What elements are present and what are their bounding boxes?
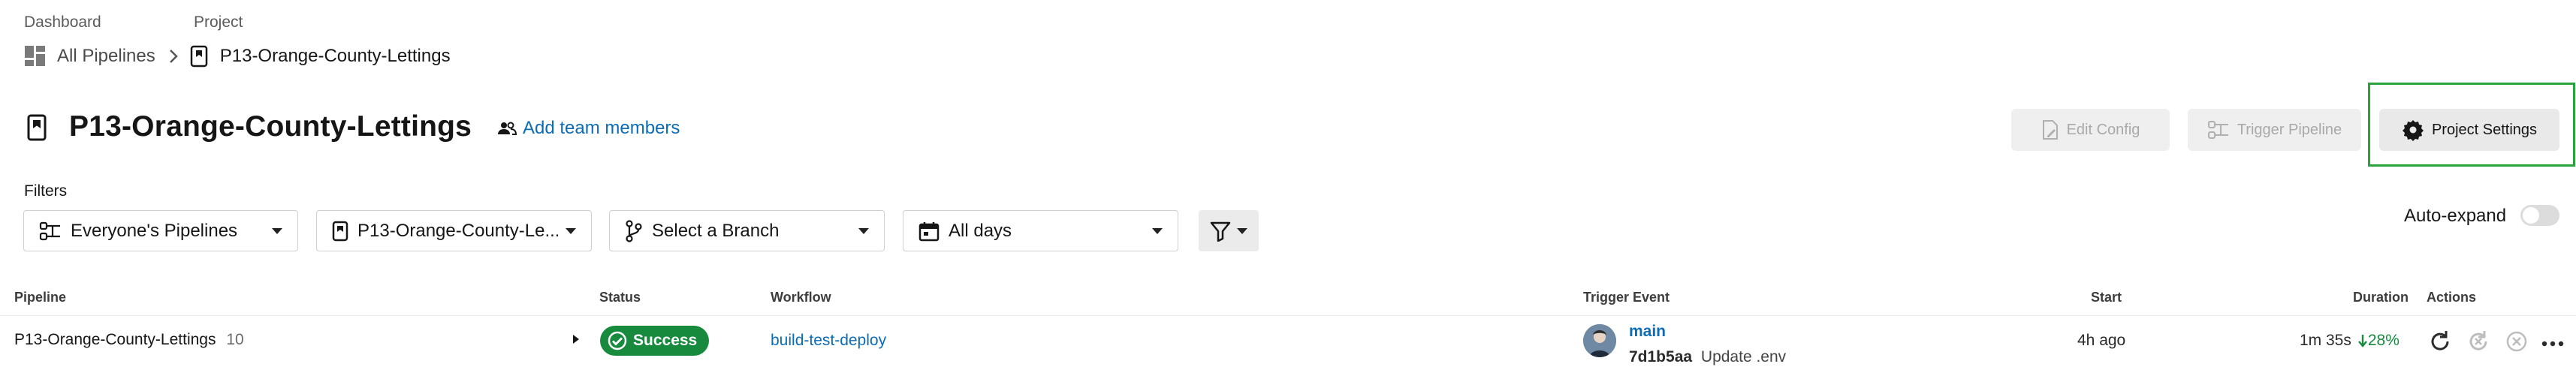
project-bookmark-icon: [190, 45, 208, 68]
column-header-duration: Duration: [2353, 290, 2409, 305]
project-bookmark-icon: [332, 221, 348, 242]
column-header-start: Start: [2091, 290, 2122, 305]
column-header-workflow: Workflow: [771, 290, 831, 305]
pipelines-filter-dropdown[interactable]: Everyone's Pipelines: [23, 210, 298, 251]
pipeline-icon: [39, 221, 62, 242]
funnel-icon: [1210, 221, 1231, 242]
auto-expand-label: Auto-expand: [2404, 206, 2507, 226]
column-header-actions: Actions: [2427, 290, 2477, 305]
filters-label: Filters: [24, 182, 68, 200]
trigger-pipeline-label: Trigger Pipeline: [2237, 121, 2342, 138]
branch-link[interactable]: main: [1629, 323, 1666, 341]
breadcrumb-project-name[interactable]: P13-Orange-County-Lettings: [220, 46, 451, 67]
pipeline-name: P13-Orange-County-Lettings: [14, 331, 216, 348]
chevron-down-icon: [1237, 227, 1247, 234]
table-row[interactable]: [0, 315, 2576, 382]
pipeline-number: 10: [226, 331, 244, 348]
arrow-down-icon: [2357, 334, 2368, 347]
duration-change: 28%: [2357, 332, 2400, 350]
highlight-box: [2368, 83, 2575, 167]
duration-cell: 1m 35s 28%: [2300, 332, 2400, 350]
start-time: 4h ago: [2077, 332, 2126, 349]
column-header-status: Status: [599, 290, 641, 305]
project-filter-value: P13-Orange-County-Le...: [357, 220, 558, 241]
git-branch-icon: [625, 219, 643, 242]
project-filter-dropdown[interactable]: P13-Orange-County-Le...: [316, 210, 592, 251]
chevron-down-icon: [858, 227, 869, 234]
date-filter-dropdown[interactable]: All days: [903, 210, 1178, 251]
duration-change-value: 28%: [2367, 332, 2400, 349]
chevron-down-icon: [1152, 227, 1163, 234]
file-edit-icon: [2041, 119, 2059, 140]
advanced-filter-button[interactable]: [1199, 210, 1259, 251]
breadcrumb-project-label: Project: [194, 14, 243, 31]
calendar-icon: [918, 221, 940, 242]
table-header-row: [0, 278, 2576, 314]
rerun-icon[interactable]: [2427, 329, 2453, 358]
pipelines-filter-value: Everyone's Pipelines: [71, 220, 238, 241]
trigger-pipeline-button[interactable]: Trigger Pipeline: [2188, 109, 2361, 151]
people-icon: [497, 121, 517, 136]
avatar: [1583, 324, 1616, 357]
pipeline-trigger-icon: [2207, 119, 2230, 140]
breadcrumb-dashboard-label: Dashboard: [24, 14, 101, 31]
project-title-icon: [27, 114, 47, 145]
column-header-pipeline: Pipeline: [14, 290, 67, 305]
commit-message: Update .env: [1700, 348, 1787, 365]
rerun-failed-icon[interactable]: [2466, 329, 2491, 358]
duration-value: 1m 35s: [2300, 332, 2351, 349]
status-label: Success: [633, 332, 698, 349]
column-header-trigger-event: Trigger Event: [1583, 290, 1670, 305]
workflow-link[interactable]: build-test-deploy: [771, 332, 886, 350]
edit-config-button[interactable]: Edit Config: [2011, 109, 2170, 151]
expand-row-icon[interactable]: [572, 334, 580, 348]
status-badge: Success: [600, 326, 709, 356]
page-title: P13-Orange-County-Lettings: [69, 110, 472, 143]
dashboard-grid-icon: [24, 45, 47, 68]
commit-info: 7d1b5aa Update .env: [1629, 348, 1786, 366]
more-options-icon[interactable]: [2541, 338, 2564, 351]
chevron-down-icon: [272, 227, 282, 234]
branch-filter-value: Select a Branch: [652, 220, 780, 241]
toggle-knob: [2523, 207, 2539, 224]
cancel-icon[interactable]: [2504, 329, 2529, 358]
pipeline-name-link[interactable]: P13-Orange-County-Lettings 10: [14, 331, 244, 349]
breadcrumb-all-pipelines-link[interactable]: All Pipelines: [57, 46, 155, 67]
chevron-right-icon: [169, 49, 178, 64]
chevron-down-icon: [566, 227, 576, 234]
check-circle-icon: [608, 331, 627, 350]
date-filter-value: All days: [949, 220, 1012, 241]
breadcrumb: All Pipelines P13-Orange-County-Lettings: [24, 44, 451, 69]
commit-hash[interactable]: 7d1b5aa: [1629, 348, 1692, 365]
edit-config-label: Edit Config: [2066, 121, 2140, 138]
add-team-members-label: Add team members: [523, 118, 680, 138]
auto-expand-toggle[interactable]: [2520, 205, 2559, 226]
branch-filter-dropdown[interactable]: Select a Branch: [609, 210, 885, 251]
add-team-members-link[interactable]: Add team members: [497, 118, 680, 139]
